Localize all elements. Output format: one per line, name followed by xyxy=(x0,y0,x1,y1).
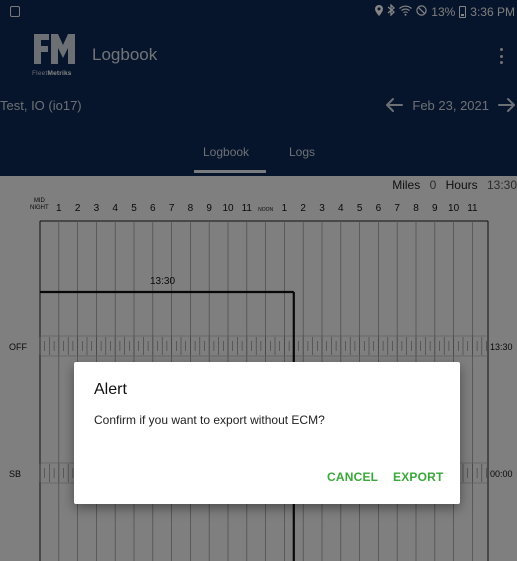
cancel-button[interactable]: CANCEL xyxy=(327,470,378,484)
export-button[interactable]: EXPORT xyxy=(393,470,444,484)
screen: 13% 3:36 PM FleetMetriks Logbook Test, I… xyxy=(0,0,517,561)
alert-dialog: Alert Confirm if you want to export with… xyxy=(74,362,460,504)
dialog-title: Alert xyxy=(94,381,127,398)
dialog-message: Confirm if you want to export without EC… xyxy=(94,413,325,427)
